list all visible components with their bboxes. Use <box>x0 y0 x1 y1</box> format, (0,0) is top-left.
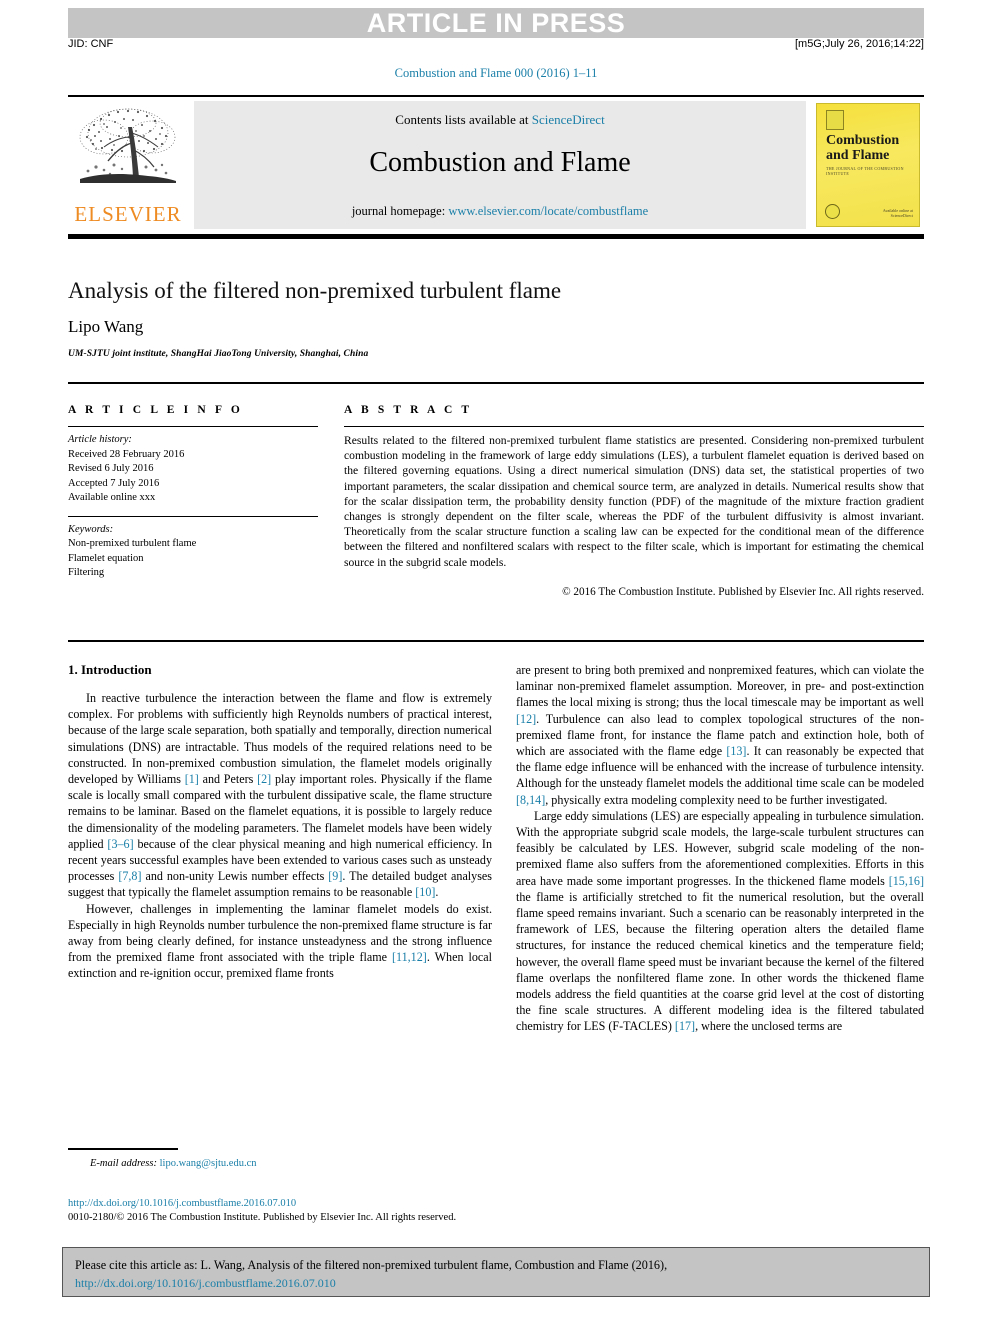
article-history-online: Available online xxx <box>68 492 156 503</box>
journal-homepage-line: journal homepage: www.elsevier.com/locat… <box>194 204 806 219</box>
keywords-divider <box>68 515 318 517</box>
journal-cover-thumbnail: Combustion and Flame THE JOURNAL OF THE … <box>812 101 924 229</box>
article-in-press-label: ARTICLE IN PRESS <box>366 8 626 38</box>
citation-ref[interactable]: [10] <box>415 885 435 899</box>
keyword-item-3: Filtering <box>68 567 105 578</box>
citation-ref[interactable]: [12] <box>516 712 536 726</box>
homepage-prefix: journal homepage: <box>351 204 449 218</box>
citation-ref[interactable]: [2] <box>257 772 271 786</box>
article-in-press-banner: ARTICLE IN PRESS <box>68 8 924 38</box>
article-history-accepted: Accepted 7 July 2016 <box>68 477 160 489</box>
email-label: E-mail address: <box>90 1158 157 1169</box>
keywords-label: Keywords: <box>68 523 114 535</box>
keyword-item-1: Non-premixed turbulent flame <box>68 538 197 549</box>
masthead-center-panel: Contents lists available at ScienceDirec… <box>194 101 806 229</box>
intro-paragraph-4: Large eddy simulations (LES) are especia… <box>516 808 924 1034</box>
intro-paragraph-2: However, challenges in implementing the … <box>68 901 492 981</box>
journal-masthead: ELSEVIER Contents lists available at Sci… <box>68 95 924 231</box>
citation-ref[interactable]: [8,14] <box>516 793 545 807</box>
cover-seal-icon <box>825 204 840 219</box>
author-affiliation: UM-SJTU joint institute, ShangHai JiaoTo… <box>68 349 369 359</box>
abstract-bottom-rule <box>68 640 924 642</box>
abstract-body: Results related to the filtered non-prem… <box>344 434 924 569</box>
journal-id-label: JID: CNF <box>68 38 114 50</box>
corresponding-email-line: E-mail address: lipo.wang@sjtu.edu.cn <box>90 1158 256 1169</box>
cover-journal-subtitle: THE JOURNAL OF THE COMBUSTION INSTITUTE <box>826 166 904 176</box>
please-cite-box: Please cite this article as: L. Wang, An… <box>62 1247 930 1297</box>
article-history-label: Article history: <box>68 434 132 445</box>
article-info-heading: A R T I C L E I N F O <box>68 404 243 416</box>
elsevier-wordmark: ELSEVIER <box>74 202 182 226</box>
abstract-column: A B S T R A C T Results related to the f… <box>344 404 924 609</box>
journal-title: Combustion and Flame <box>369 147 631 178</box>
masthead-bottom-rule <box>68 234 924 239</box>
contents-available-line: Contents lists available at ScienceDirec… <box>194 112 806 128</box>
article-page: ARTICLE IN PRESS JID: CNF [m5G;July 26, … <box>0 0 992 1323</box>
citation-ref[interactable]: [3–6] <box>107 837 133 851</box>
doi-link[interactable]: http://dx.doi.org/10.1016/j.combustflame… <box>68 1198 296 1209</box>
typesetter-stamp: [m5G;July 26, 2016;14:22] <box>794 38 924 50</box>
citation-ref[interactable]: [1] <box>185 772 199 786</box>
article-history-received: Received 28 February 2016 <box>68 448 185 460</box>
email-address-link[interactable]: lipo.wang@sjtu.edu.cn <box>160 1158 257 1169</box>
please-cite-url[interactable]: http://dx.doi.org/10.1016/j.combustflame… <box>75 1276 336 1290</box>
title-bottom-rule <box>68 382 924 384</box>
page-title: Analysis of the filtered non-premixed tu… <box>68 278 562 303</box>
abstract-copyright: © 2016 The Combustion Institute. Publish… <box>562 585 924 598</box>
citation-ref[interactable]: [13] <box>726 744 746 758</box>
elsevier-logo: ELSEVIER <box>68 101 188 229</box>
intro-paragraph-3: are present to bring both premixed and n… <box>516 663 924 807</box>
article-history-revised: Revised 6 July 2016 <box>68 463 154 474</box>
please-cite-text: Please cite this article as: L. Wang, An… <box>75 1258 668 1272</box>
journal-homepage-link[interactable]: www.elsevier.com/locate/combustflame <box>448 204 648 218</box>
journal-citation-line: Combustion and Flame 000 (2016) 1–11 <box>394 66 598 80</box>
cover-journal-title: Combustion and Flame <box>826 133 900 163</box>
cover-footer-text: Available online at ScienceDirect <box>882 208 913 218</box>
intro-paragraph-1: In reactive turbulence the interaction b… <box>68 691 492 900</box>
abstract-divider <box>344 426 924 427</box>
article-info-divider <box>68 426 318 427</box>
keyword-item-2: Flamelet equation <box>68 552 144 564</box>
body-right-column: are present to bring both premixed and n… <box>516 662 924 1035</box>
article-info-column: A R T I C L E I N F O Article history: R… <box>68 404 318 581</box>
elsevier-tree-icon <box>79 108 176 183</box>
issn-copyright-line: 0010-2180/© 2016 The Combustion Institut… <box>68 1212 457 1223</box>
citation-ref[interactable]: [11,12] <box>392 950 427 964</box>
footnote-rule <box>68 1148 178 1150</box>
contents-prefix: Contents lists available at <box>395 112 532 127</box>
sciencedirect-link[interactable]: ScienceDirect <box>532 112 605 127</box>
author-name: Lipo Wang <box>68 317 144 336</box>
section-heading-introduction: 1. Introduction <box>68 662 152 677</box>
body-left-column: 1. Introduction In reactive turbulence t… <box>68 662 492 982</box>
citation-ref[interactable]: [9] <box>328 869 342 883</box>
citation-ref[interactable]: [17] <box>675 1019 695 1033</box>
cover-publisher-mark <box>826 110 844 130</box>
abstract-heading: A B S T R A C T <box>344 404 473 416</box>
citation-ref[interactable]: [15,16] <box>889 874 924 888</box>
citation-ref[interactable]: [7,8] <box>118 869 141 883</box>
